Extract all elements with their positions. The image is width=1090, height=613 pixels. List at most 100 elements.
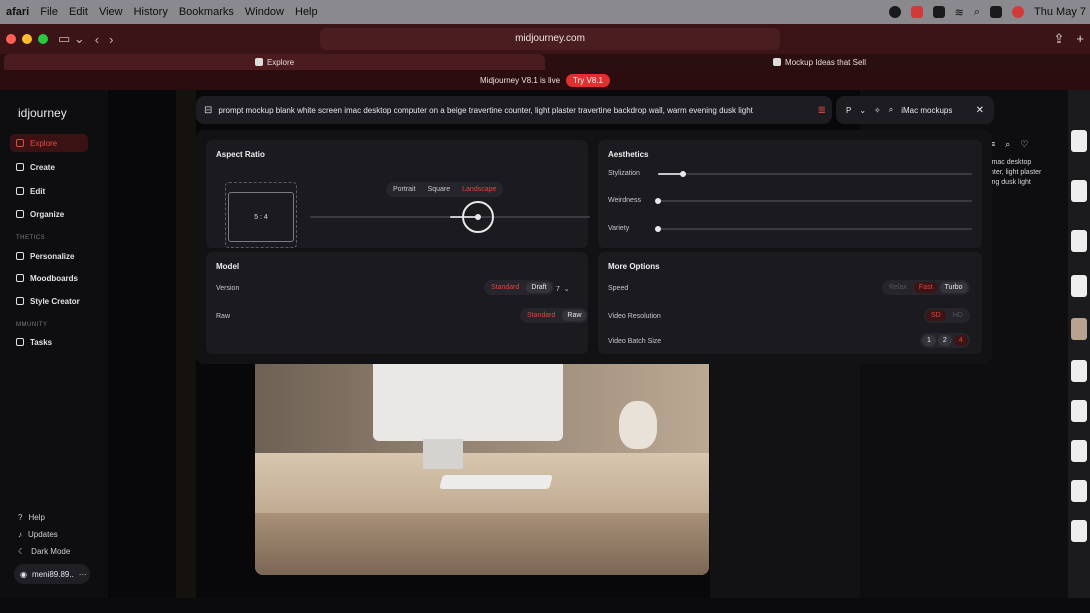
- sidebar-item-edit[interactable]: Edit: [16, 182, 100, 200]
- user-menu[interactable]: ◉ meni89.89.. ···: [14, 564, 90, 584]
- version-draft[interactable]: Draft: [526, 282, 552, 293]
- minimize-window-button[interactable]: [22, 34, 32, 44]
- settings-panel: Aspect Ratio 5 : 4 Portrait Square Lands…: [196, 130, 992, 364]
- close-icon[interactable]: ✕: [976, 105, 984, 116]
- sidebar-item-explore[interactable]: Explore: [10, 134, 88, 152]
- speed-relax[interactable]: Relax: [884, 282, 912, 293]
- share-icon[interactable]: ⇪: [1054, 31, 1065, 47]
- thumbnail[interactable]: [1071, 400, 1087, 422]
- midjourney-logo[interactable]: idjourney: [18, 106, 67, 120]
- feed-column: [710, 364, 860, 598]
- version-dropdown[interactable]: 7 ⌄: [556, 285, 570, 293]
- generated-image[interactable]: [255, 353, 709, 575]
- orientation-square[interactable]: Square: [423, 184, 456, 195]
- sparkle-icon[interactable]: ✧: [874, 106, 881, 115]
- help-link[interactable]: ? Help: [18, 513, 45, 522]
- aesthetics-slider-knob[interactable]: [655, 198, 661, 204]
- speed-fast[interactable]: Fast: [913, 282, 938, 293]
- raw-raw[interactable]: Raw: [562, 310, 587, 321]
- video-batch-1[interactable]: 1: [922, 335, 936, 346]
- menu-bookmarks[interactable]: Bookmarks: [179, 6, 234, 18]
- video-batch-2[interactable]: 2: [937, 335, 952, 346]
- version-mode-selector: Standard Draft: [484, 280, 554, 295]
- heart-icon[interactable]: ♡: [1020, 139, 1028, 150]
- sidebar-item-personalize[interactable]: Personalize: [16, 247, 100, 265]
- prompt-input[interactable]: prompt mockup blank white screen imac de…: [218, 106, 753, 115]
- more-icon[interactable]: ···: [79, 570, 87, 579]
- thumbnail[interactable]: [1071, 520, 1087, 542]
- image-prompt-icon[interactable]: ⊟: [204, 105, 212, 116]
- close-window-button[interactable]: [6, 34, 16, 44]
- sidebar-toggle-icon[interactable]: ▭ ⌄: [58, 31, 85, 47]
- menu-help[interactable]: Help: [295, 6, 318, 18]
- image-counter-front: [255, 513, 709, 575]
- settings-toggle-icon[interactable]: ≣: [818, 105, 826, 116]
- zoom-window-button[interactable]: [38, 34, 48, 44]
- thumbnail[interactable]: [1071, 230, 1087, 252]
- menu-history[interactable]: History: [134, 6, 168, 18]
- orientation-portrait[interactable]: Portrait: [388, 184, 421, 195]
- app-status-icon[interactable]: [910, 6, 923, 18]
- thumbnail[interactable]: [1071, 130, 1087, 152]
- dark-mode-toggle[interactable]: ☾ Dark Mode: [18, 547, 70, 556]
- aesthetics-slider-knob[interactable]: [655, 226, 661, 232]
- search-icon[interactable]: ⌕: [1005, 139, 1010, 150]
- search-icon[interactable]: ⌕: [974, 6, 980, 19]
- video-res-sd[interactable]: SD: [926, 310, 946, 321]
- version-standard[interactable]: Standard: [486, 282, 524, 293]
- window-controls: [0, 34, 48, 44]
- keyboard-icon[interactable]: [932, 6, 945, 18]
- sidebar-item-organize[interactable]: Organize: [16, 205, 100, 223]
- variety-slider[interactable]: [658, 228, 972, 230]
- back-icon[interactable]: ‹: [95, 32, 99, 47]
- search-input[interactable]: iMac mockups: [901, 106, 952, 115]
- raw-standard[interactable]: Standard: [522, 310, 560, 321]
- new-tab-icon[interactable]: +: [1076, 31, 1084, 47]
- thumbnail[interactable]: [1071, 275, 1087, 297]
- updates-link[interactable]: ♪ Updates: [18, 530, 58, 539]
- video-batch-label: Video Batch Size: [608, 338, 662, 345]
- status-icon[interactable]: [888, 6, 901, 18]
- menu-app[interactable]: afari: [6, 6, 29, 18]
- prompt-bar[interactable]: ⊟ prompt mockup blank white screen imac …: [196, 96, 832, 124]
- tab-mockup-ideas[interactable]: Mockup Ideas that Sell: [549, 54, 1090, 70]
- detail-prompt-text: imac desktop nter, light plaster ing dus…: [990, 158, 1041, 188]
- control-center-icon[interactable]: [990, 6, 1003, 18]
- aesthetics-slider-knob[interactable]: [680, 171, 687, 177]
- menu-edit[interactable]: Edit: [69, 6, 88, 18]
- help-label: Help: [28, 513, 45, 522]
- video-resolution-selector: SD HD: [924, 308, 970, 323]
- url-bar[interactable]: midjourney.com: [320, 28, 780, 50]
- aspect-ratio-slider-knob[interactable]: [475, 214, 481, 220]
- thumbnail[interactable]: [1071, 318, 1087, 340]
- siri-icon[interactable]: [1012, 6, 1025, 18]
- video-res-hd[interactable]: HD: [948, 310, 968, 321]
- menu-file[interactable]: File: [40, 6, 58, 18]
- thumbnail[interactable]: [1071, 440, 1087, 462]
- tab-explore[interactable]: Explore: [4, 54, 545, 70]
- folder-icon: [16, 210, 24, 218]
- personalize-p-button[interactable]: P: [846, 106, 851, 115]
- thumbnail[interactable]: [1071, 360, 1087, 382]
- sidebar-item-tasks[interactable]: Tasks: [16, 333, 100, 351]
- weirdness-slider[interactable]: [658, 200, 972, 202]
- menu-window[interactable]: Window: [245, 6, 284, 18]
- chevron-down-icon[interactable]: ⌄: [859, 106, 866, 115]
- stylization-slider[interactable]: [658, 173, 972, 175]
- sidebar-item-style-creator[interactable]: Style Creator: [16, 292, 100, 310]
- forward-icon[interactable]: ›: [109, 32, 113, 47]
- sidebar-item-create[interactable]: Create: [16, 158, 100, 176]
- aspect-orientation-selector: Portrait Square Landscape: [386, 182, 504, 197]
- updates-label: Updates: [28, 530, 58, 539]
- wifi-icon[interactable]: ≋: [955, 6, 964, 19]
- try-version-button[interactable]: Try V8.1: [566, 73, 610, 87]
- thumbnail[interactable]: [1071, 480, 1087, 502]
- search-bar[interactable]: P ⌄ ✧ ⌕ iMac mockups ✕: [836, 96, 994, 124]
- menu-view[interactable]: View: [99, 6, 123, 18]
- speed-turbo[interactable]: Turbo: [939, 282, 968, 293]
- thumbnail[interactable]: [1071, 180, 1087, 202]
- sidebar-item-moodboards[interactable]: Moodboards: [16, 269, 100, 287]
- orientation-landscape[interactable]: Landscape: [457, 184, 501, 195]
- clock[interactable]: Thu May 7: [1034, 6, 1086, 18]
- video-batch-4[interactable]: 4: [953, 335, 968, 346]
